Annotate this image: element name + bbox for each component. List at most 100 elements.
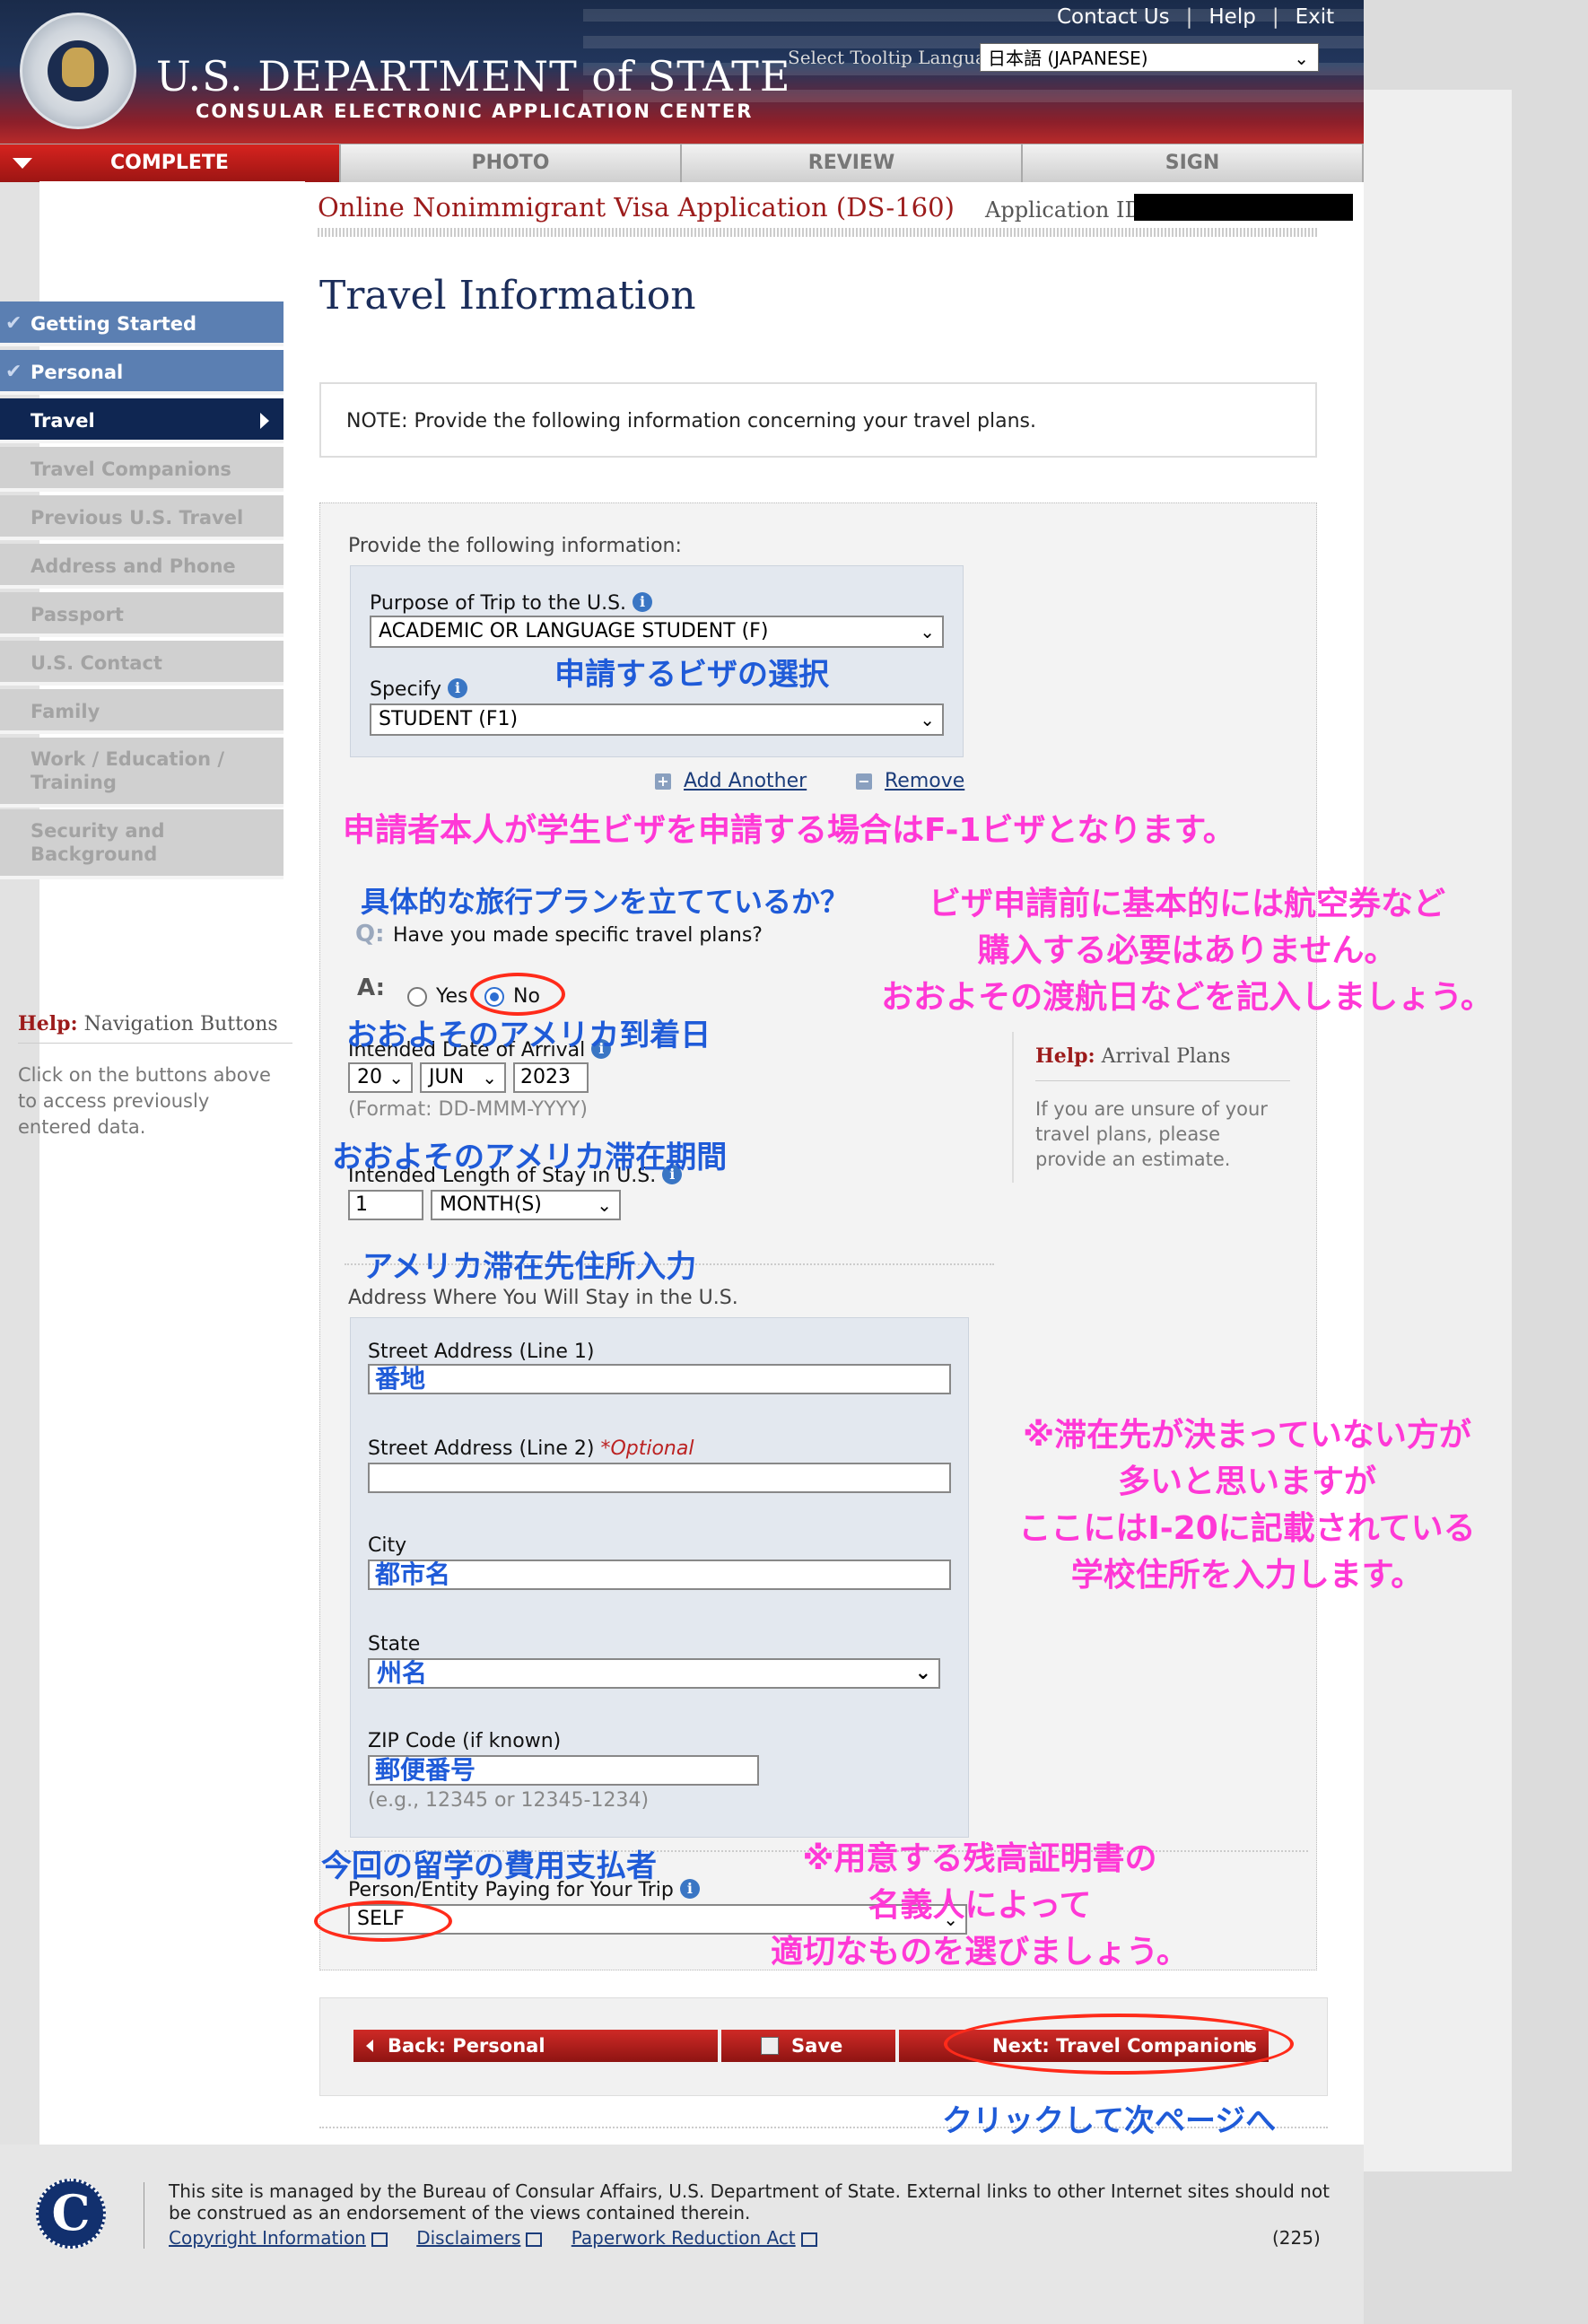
save-button[interactable]: Save — [721, 2030, 895, 2062]
purpose-label: Purpose of Trip to the U.S. i — [370, 592, 653, 615]
arrival-format-hint: (Format: DD-MMM-YYYY) — [348, 1098, 588, 1121]
annotation-payer-note: ※用意する残高証明書の 名義人によって 適切なものを選びましょう。 — [729, 1836, 1231, 1976]
info-icon[interactable]: i — [448, 678, 468, 698]
zip-example-hint: (e.g., 12345 or 12345-1234) — [368, 1789, 650, 1812]
info-icon[interactable]: i — [679, 1879, 700, 1899]
zip-label: ZIP Code (if known) — [368, 1730, 562, 1752]
annotation-line: 購入する必要はありません。 — [977, 932, 1397, 969]
help-divider — [18, 1043, 292, 1044]
chevron-down-icon: ⌄ — [597, 1194, 612, 1216]
arrival-month-select[interactable]: JUN ⌄ — [420, 1062, 506, 1093]
paperwork-link[interactable]: Paperwork Reduction Act — [572, 2227, 817, 2249]
add-another-link[interactable]: Add Another — [684, 770, 807, 792]
stay-unit-select[interactable]: MONTH(S) ⌄ — [431, 1190, 621, 1220]
sidebar-item-travel-companions[interactable]: Travel Companions — [0, 447, 284, 492]
sidebar-item-passport[interactable]: Passport — [0, 592, 284, 637]
disclaimers-link-label: Disclaimers — [416, 2227, 521, 2249]
tab-sign-label: SIGN — [1165, 152, 1220, 174]
state-label: State — [368, 1633, 421, 1656]
sidebar-item-label: U.S. Contact — [31, 652, 162, 674]
tab-sign[interactable]: SIGN — [1023, 144, 1364, 182]
application-id-redacted — [1134, 194, 1353, 221]
sidebar-item-travel[interactable]: Travel — [0, 398, 284, 443]
disclaimers-link[interactable]: Disclaimers — [416, 2227, 543, 2249]
tab-complete[interactable]: COMPLETE — [0, 144, 341, 182]
question-marker: Q: — [355, 921, 385, 948]
annotation-line: ※用意する残高証明書の — [802, 1840, 1157, 1877]
purpose-select[interactable]: ACADEMIC OR LANGUAGE STUDENT (F) ⌄ — [370, 616, 944, 648]
paperwork-link-label: Paperwork Reduction Act — [571, 2227, 796, 2249]
sidebar-item-address-phone[interactable]: Address and Phone — [0, 544, 284, 589]
tooltip-language-value: 日本語 (JAPANESE) — [988, 48, 1148, 69]
stay-length-input[interactable]: 1 — [348, 1190, 423, 1220]
save-icon — [761, 2037, 779, 2055]
sidebar-item-label: Passport — [31, 604, 124, 625]
annotation-visa-select: 申請するビザの選択 — [554, 657, 829, 693]
help-divider — [1035, 1080, 1290, 1081]
sidebar-item-security-background[interactable]: Security and Background — [0, 809, 284, 879]
sidebar-item-personal[interactable]: ✔ Personal — [0, 350, 284, 395]
sidebar-item-label: Travel — [31, 410, 95, 432]
sidebar-item-us-contact[interactable]: U.S. Contact — [0, 641, 284, 686]
footer-links: Copyright Information Disclaimers Paperw… — [169, 2227, 841, 2249]
top-links: Contact Us | Help | Exit — [1041, 5, 1350, 29]
highlight-next-ellipse — [944, 2014, 1294, 2075]
stay-unit-value: MONTH(S) — [440, 1193, 542, 1216]
add-icon: + — [655, 773, 671, 790]
street1-label: Street Address (Line 1) — [368, 1341, 595, 1363]
specify-select-value: STUDENT (F1) — [379, 708, 519, 730]
tab-review-label: REVIEW — [807, 152, 895, 174]
street2-label-text: Street Address (Line 2) — [368, 1437, 595, 1460]
state-select-value: 州名 — [377, 1658, 428, 1688]
help-arrival-text: If you are unsure of your travel plans, … — [1035, 1098, 1268, 1170]
info-icon[interactable]: i — [633, 592, 653, 612]
optional-tag: *Optional — [600, 1437, 694, 1460]
tab-photo[interactable]: PHOTO — [341, 144, 682, 182]
exit-link[interactable]: Exit — [1279, 5, 1351, 29]
arrival-day-select[interactable]: 20 ⌄ — [348, 1062, 413, 1093]
back-button[interactable]: Back: Personal — [353, 2030, 718, 2062]
annotation-line: 多いと思いますが — [1117, 1463, 1376, 1500]
remove-link[interactable]: Remove — [885, 770, 964, 792]
progress-tabbar: COMPLETE PHOTO REVIEW SIGN — [0, 144, 1364, 182]
zip-input[interactable]: 郵便番号 — [368, 1755, 759, 1786]
sidebar-item-label: Work / Education / Training — [31, 748, 224, 793]
annotation-line: ※滞在先が決まっていない方が — [1023, 1417, 1471, 1454]
tab-photo-label: PHOTO — [471, 152, 550, 174]
chevron-down-icon: ⌄ — [920, 621, 935, 642]
help-arrival-heading: Arrival Plans — [1101, 1045, 1231, 1068]
chevron-down-icon: ⌄ — [1294, 48, 1309, 69]
sidebar-item-label: Previous U.S. Travel — [31, 507, 244, 529]
tab-review[interactable]: REVIEW — [682, 144, 1023, 182]
annotation-stay: おおよそのアメリカ滞在期間 — [332, 1140, 728, 1175]
purpose-select-value: ACADEMIC OR LANGUAGE STUDENT (F) — [379, 620, 769, 642]
sidebar-item-previous-us-travel[interactable]: Previous U.S. Travel — [0, 495, 284, 540]
sidebar-item-label: Address and Phone — [31, 555, 236, 577]
city-input[interactable]: 都市名 — [368, 1560, 951, 1590]
nav-spacer — [39, 181, 305, 269]
travel-plans-yes-radio[interactable] — [407, 987, 427, 1007]
sidebar-item-family[interactable]: Family — [0, 689, 284, 734]
help-link[interactable]: Help — [1192, 5, 1271, 29]
sidebar-item-getting-started[interactable]: ✔ Getting Started — [0, 301, 284, 346]
background-right-panel — [1364, 90, 1512, 2171]
copyright-link[interactable]: Copyright Information — [169, 2227, 388, 2249]
travel-plans-question: Have you made specific travel plans? — [393, 924, 763, 947]
sidebar-item-label: Security and Background — [31, 820, 165, 865]
street2-input[interactable] — [368, 1463, 951, 1493]
annotation-address: アメリカ滞在先住所入力 — [362, 1249, 697, 1285]
arrow-left-icon — [366, 2040, 373, 2052]
arrival-year-input[interactable]: 2023 — [513, 1062, 589, 1093]
tooltip-language-select[interactable]: 日本語 (JAPANESE) ⌄ — [980, 43, 1319, 72]
annotation-plans-question: 具体的な旅行プランを立てているか？ — [361, 885, 850, 919]
annotation-line: 名義人によって — [868, 1887, 1092, 1924]
chevron-down-icon: ⌄ — [920, 709, 935, 730]
contact-us-link[interactable]: Contact Us — [1041, 5, 1186, 29]
annotation-plans-note: ビザ申請前に基本的には航空券など 購入する必要はありません。 おおよその渡航日な… — [859, 881, 1514, 1021]
external-link-icon — [800, 2232, 817, 2247]
street1-input[interactable]: 番地 — [368, 1364, 951, 1394]
specify-select[interactable]: STUDENT (F1) ⌄ — [370, 703, 944, 736]
state-select[interactable]: 州名 ⌄ — [368, 1658, 940, 1689]
sidebar-item-work-education[interactable]: Work / Education / Training — [0, 738, 284, 808]
yes-label: Yes — [436, 985, 468, 1008]
